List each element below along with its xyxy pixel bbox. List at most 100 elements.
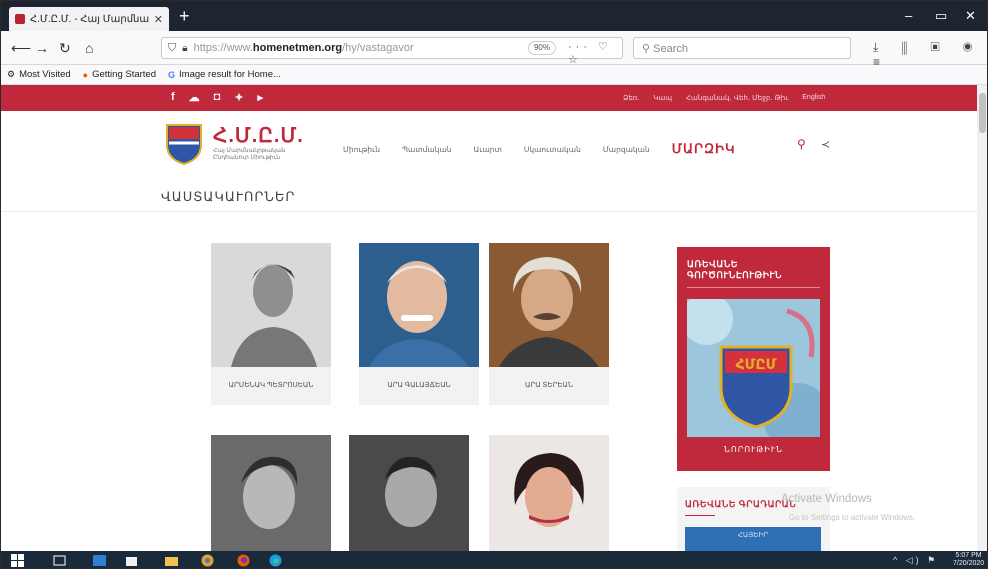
sidebar-activity-box: ԱՌԵՎԱՆԵ ԳՈՐԾՈՒՆԷՈՒԹԻՒՆ ՀՄԸՄ ՆՈՐՈՒԹԻՒՆ <box>677 247 830 471</box>
url-domain: homenetmen.org <box>252 42 343 54</box>
nav-item[interactable]: Մարզական <box>603 145 650 154</box>
tab-close-icon[interactable]: ✕ <box>154 13 163 26</box>
cloud-icon[interactable]: ☁ <box>189 91 200 104</box>
sidebar1-divider <box>687 287 820 288</box>
bookmark-label: Most Visited <box>19 69 71 80</box>
lock-icon[interactable]: 🔒︎ <box>182 43 187 54</box>
task-view-icon[interactable] <box>53 554 66 567</box>
windows-start-icon[interactable] <box>11 554 24 567</box>
svg-text:ՀՄԸՄ: ՀՄԸՄ <box>735 357 776 373</box>
person-card[interactable]: ԱՐԱ ԳԱԼԱՅՃԵԱՆ <box>359 243 479 405</box>
forward-icon[interactable]: → <box>35 40 49 56</box>
home-icon[interactable]: ⌂ <box>85 40 93 56</box>
edge-icon[interactable] <box>269 554 282 567</box>
file-manager-icon[interactable] <box>93 554 106 567</box>
top-link[interactable]: Կապ <box>653 94 672 102</box>
page-title: ՎԱՍՏԱԿԱՒՈՐՆԵՐ <box>161 189 296 204</box>
screen: Հ.Մ.Ը.Մ. - Հայ Մարմնակրթ... ✕ + – ▭ ✕ ⟵ … <box>0 0 988 569</box>
activate-windows-title: Activate Windows <box>781 493 872 505</box>
page-scrollbar[interactable] <box>977 85 987 551</box>
close-window-icon[interactable]: ✕ <box>965 8 976 24</box>
browser-toolbar: ⟵ → ↻ ⌂ ⛉ 🔒︎ https://www. homenetmen.org… <box>1 31 987 69</box>
folder-icon[interactable] <box>165 554 178 567</box>
nav-item-highlight[interactable]: ՄԱՐԶԻԿ <box>672 141 736 157</box>
youtube-icon[interactable]: ▸ <box>258 91 264 104</box>
top-link[interactable]: Ձեռ. <box>623 94 639 102</box>
sidebar1-title-line-1: ԱՌԵՎԱՆԵ <box>687 259 738 269</box>
zoom-indicator[interactable]: 90% <box>528 41 556 55</box>
minimize-icon[interactable]: – <box>905 8 912 23</box>
windows-taskbar: ^ ◁) ⚑ 5:07 PM 7/20/2020 <box>1 551 987 568</box>
bookmark-most-visited[interactable]: ⚙ Most Visited <box>7 69 71 80</box>
back-icon[interactable]: ⟵ <box>11 40 31 57</box>
top-link[interactable]: Հանգանակ․ Վեհ․ Մեջբ․ Թիւ <box>686 94 788 102</box>
system-tray-icons[interactable]: ^ ◁) ⚑ <box>893 555 938 566</box>
activate-windows-subtitle: Go to Settings to activate Windows. <box>789 513 916 522</box>
chrome-icon[interactable] <box>201 554 214 567</box>
browser-tab[interactable]: Հ.Մ.Ը.Մ. - Հայ Մարմնակրթ... ✕ <box>9 7 169 31</box>
url-prefix: https://www. <box>193 42 253 54</box>
new-tab-button[interactable]: + <box>179 6 190 26</box>
shield-icon[interactable]: ⛉ <box>168 42 176 55</box>
nav-item[interactable]: Սկաուտական <box>524 145 581 154</box>
search-input[interactable]: ⚲ Search <box>633 37 851 59</box>
person-photo <box>489 243 609 367</box>
browser-tab-bar: Հ.Մ.Ը.Մ. - Հայ Մարմնակրթ... ✕ + – ▭ ✕ <box>1 1 987 31</box>
share-icon[interactable]: ≺ <box>821 138 830 151</box>
facebook-icon[interactable]: f <box>171 91 175 104</box>
person-photo <box>211 435 331 551</box>
homenetmen-logo-icon[interactable] <box>165 123 203 165</box>
bookmark-getting-started[interactable]: ● Getting Started <box>83 69 156 80</box>
taskbar-time: 5:07 PM <box>955 552 982 559</box>
brand-line-2: Ընդհանուր Միութիւն <box>213 155 281 161</box>
site-search-icon[interactable]: ⚲ <box>797 137 806 151</box>
search-icon: ⚲ <box>642 43 654 55</box>
twitter-icon[interactable]: ✦ <box>234 91 243 104</box>
nav-item[interactable]: Աւարտ <box>474 145 502 154</box>
reload-icon[interactable]: ↻ <box>59 40 71 57</box>
address-bar[interactable]: ⛉ 🔒︎ https://www. homenetmen.org /hy/vas… <box>161 37 623 66</box>
person-card[interactable] <box>211 435 331 551</box>
google-icon: G <box>168 69 176 80</box>
web-page: f ☁ ◘ ✦ ▸ Ձեռ. Կապ Հանգանակ․ Վեհ․ Մեջբ․ … <box>1 85 977 551</box>
top-red-bar: f ☁ ◘ ✦ ▸ Ձեռ. Կապ Հանգանակ․ Վեհ․ Մեջբ․ … <box>1 85 977 111</box>
maximize-icon[interactable]: ▭ <box>935 8 947 24</box>
brand-name: Հ.Մ.Ը.Մ. <box>213 125 304 147</box>
person-name: ԱՐԱ ՏԵՐԵԱՆ <box>489 367 609 405</box>
person-card[interactable]: ԱՐՄԵՆԱԿ ՊԵՏՐՈՍԵԱՆ <box>211 243 331 405</box>
header-divider <box>1 211 977 212</box>
bookmark-image-result[interactable]: G Image result for Home... <box>168 69 281 80</box>
tab-title: Հ.Մ.Ը.Մ. - Հայ Մարմնակրթ... <box>30 13 150 25</box>
brand-block[interactable]: Հ.Մ.Ը.Մ. Հայ Մարմնակրթական Ընդհանուր Միո… <box>213 123 304 162</box>
sidebar2-title: ԱՌԵՎԱՆԵ ԳՐԱԴԱՐԱՆ <box>685 499 797 509</box>
person-name: ԱՐԱ ԳԱԼԱՅՃԵԱՆ <box>359 367 479 405</box>
nav-item[interactable]: Պատմական <box>402 145 451 154</box>
sidebar1-image[interactable]: ՀՄԸՄ <box>687 299 820 437</box>
person-name: ԱՐՄԵՆԱԿ ՊԵՏՐՈՍԵԱՆ <box>211 367 331 405</box>
store-icon[interactable] <box>125 554 138 567</box>
sidebar2-divider <box>685 515 715 516</box>
social-links: f ☁ ◘ ✦ ▸ <box>171 91 263 104</box>
taskbar-clock[interactable]: 5:07 PM 7/20/2020 <box>953 552 984 568</box>
person-photo <box>211 243 331 367</box>
brand-line-1: Հայ Մարմնակրթական <box>213 148 286 154</box>
search-placeholder: Search <box>653 43 688 55</box>
person-card[interactable] <box>489 435 609 551</box>
firefox-icon: ● <box>82 69 89 80</box>
instagram-icon[interactable]: ◘ <box>214 91 221 104</box>
page-actions-icon[interactable]: ··· ♡ ☆ <box>568 40 622 66</box>
scrollbar-thumb[interactable] <box>979 93 986 133</box>
bookmark-label: Getting Started <box>92 69 156 80</box>
taskbar-date: 7/20/2020 <box>953 560 985 567</box>
firefox-taskbar-icon[interactable] <box>237 554 250 567</box>
person-card[interactable] <box>349 435 469 551</box>
site-favicon-icon <box>15 14 25 24</box>
top-link[interactable]: English <box>802 94 825 102</box>
bookmarks-bar: ⚙ Most Visited ● Getting Started G Image re… <box>1 65 987 85</box>
url-path: /hy/vastagavor <box>342 42 414 54</box>
sidebar1-button[interactable]: ՆՈՐՈՒԹԻՒՆ <box>677 445 830 454</box>
nav-item[interactable]: Միութիւն <box>343 145 380 154</box>
top-links: Ձեռ. Կապ Հանգանակ․ Վեհ․ Մեջբ․ Թիւ Englis… <box>623 94 825 102</box>
sidebar2-banner[interactable]: ՀԱՅԵԻՐ <box>685 527 821 551</box>
person-card[interactable]: ԱՐԱ ՏԵՐԵԱՆ <box>489 243 609 405</box>
